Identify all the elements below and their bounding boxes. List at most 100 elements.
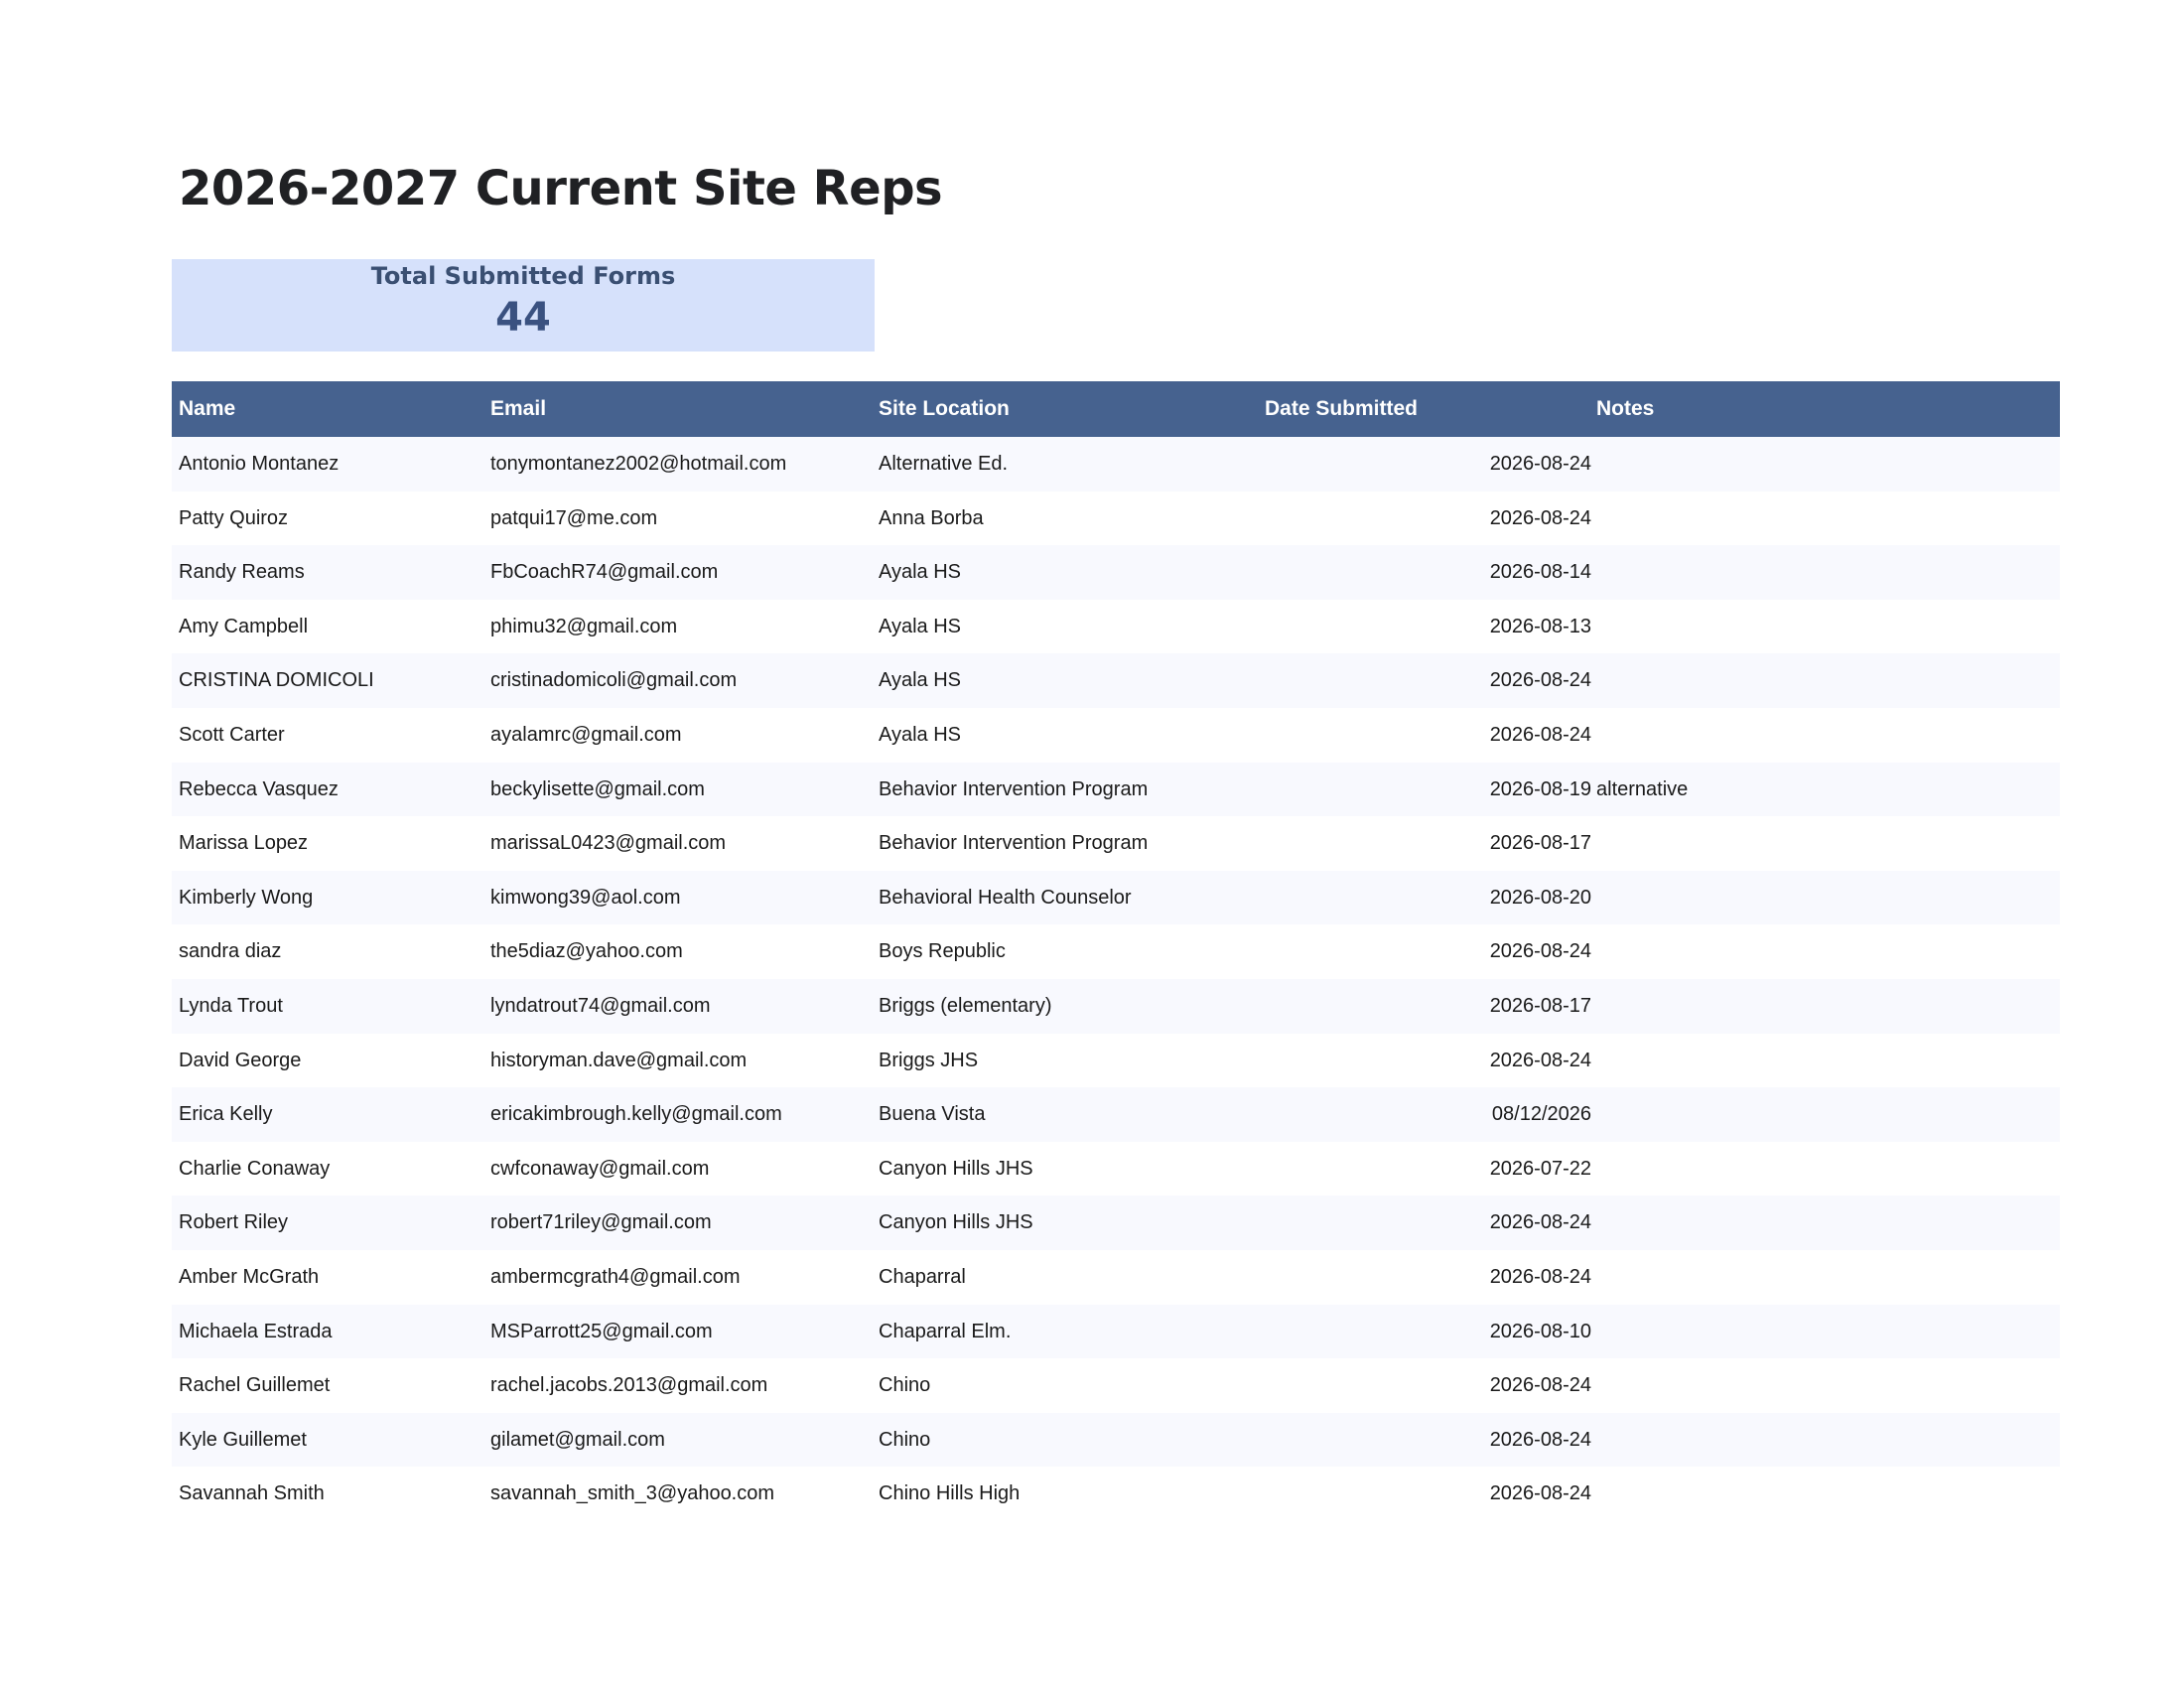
cell-site-location: Anna Borba xyxy=(879,506,984,529)
table-row[interactable]: Antonio Montanez tonymontanez2002@hotmail… xyxy=(172,437,2060,492)
cell-email: cristinadomicoli@gmail.com xyxy=(490,669,738,692)
cell-date-submitted: 2026-08-24 xyxy=(1489,1265,1591,1288)
cell-date-submitted: 2026-08-24 xyxy=(1489,1428,1591,1451)
cell-date-submitted: 2026-08-19 xyxy=(1489,777,1591,800)
table-body: Antonio Montanez tonymontanez2002@hotmail… xyxy=(172,437,2060,1521)
cell-site-location: Chino Hills High xyxy=(879,1482,1021,1505)
cell-date-submitted: 08/12/2026 xyxy=(1491,1103,1591,1126)
cell-date-submitted: 2026-08-24 xyxy=(1489,669,1591,692)
cell-site-location: Ayala HS xyxy=(879,669,962,692)
total-forms-summary: Total Submitted Forms 44 xyxy=(172,259,875,352)
table-row[interactable]: Scott Carter ayalamrc@gmail.com Ayala HS 20… xyxy=(172,707,2060,763)
table-row[interactable]: Kimberly Wong kimwong39@aol.com Behavioral… xyxy=(172,870,2060,925)
table-row[interactable]: Rachel Guillemet rachel.jacobs.2013@gmail… xyxy=(172,1358,2060,1413)
cell-site-location: Chino xyxy=(879,1374,931,1397)
cell-name: CRISTINA DOMICOLI xyxy=(179,669,374,692)
cell-date-submitted: 2026-08-24 xyxy=(1489,1482,1591,1505)
cell-date-submitted: 2026-08-24 xyxy=(1489,1374,1591,1397)
table-row[interactable]: Charlie Conaway cwfconaway@gmail.com Canyo… xyxy=(172,1141,2060,1196)
cell-name: Amy Campbell xyxy=(179,615,309,637)
column-header-email[interactable]: Email xyxy=(490,381,546,437)
cell-site-location: Ayala HS xyxy=(879,615,962,637)
cell-name: Antonio Montanez xyxy=(179,453,340,475)
cell-name: Michaela Estrada xyxy=(179,1320,333,1342)
cell-name: Scott Carter xyxy=(179,723,285,746)
column-header-date-submitted[interactable]: Date Submitted xyxy=(1265,381,1418,437)
page-title: 2026-2027 Current Site Reps xyxy=(179,161,943,216)
table-header: Name Email Site Location Date Submitted … xyxy=(172,381,2060,437)
cell-name: Kimberly Wong xyxy=(179,886,314,909)
cell-name: Amber McGrath xyxy=(179,1265,320,1288)
cell-site-location: Canyon Hills JHS xyxy=(879,1211,1033,1234)
table-row[interactable]: Robert Riley robert71riley@gmail.com Canyo… xyxy=(172,1196,2060,1250)
cell-name: Rebecca Vasquez xyxy=(179,777,339,800)
cell-date-submitted: 2026-08-24 xyxy=(1489,506,1591,529)
cell-name: Charlie Conaway xyxy=(179,1157,331,1180)
cell-email: kimwong39@aol.com xyxy=(490,886,681,909)
table-row[interactable]: David George historyman.dave@gmail.com Bri… xyxy=(172,1033,2060,1088)
cell-email: robert71riley@gmail.com xyxy=(490,1211,712,1234)
cell-email: patqui17@me.com xyxy=(490,506,658,529)
column-header-name[interactable]: Name xyxy=(179,381,235,437)
cell-notes: alternative xyxy=(1596,777,1689,800)
table-row[interactable]: Michaela Estrada MSParrott25@gmail.com Cha… xyxy=(172,1304,2060,1359)
cell-email: rachel.jacobs.2013@gmail.com xyxy=(490,1374,768,1397)
cell-email: beckylisette@gmail.com xyxy=(490,777,705,800)
cell-site-location: Briggs (elementary) xyxy=(879,994,1052,1017)
cell-site-location: Ayala HS xyxy=(879,723,962,746)
cell-site-location: Boys Republic xyxy=(879,940,1006,963)
table-row[interactable]: Amber McGrath ambermcgrath4@gmail.com Chap… xyxy=(172,1249,2060,1305)
table-row[interactable]: Patty Quiroz patqui17@me.com Anna Borba 202… xyxy=(172,491,2060,546)
cell-email: the5diaz@yahoo.com xyxy=(490,940,683,963)
cell-name: Marissa Lopez xyxy=(179,832,309,855)
table-row[interactable]: Kyle Guillemet gilamet@gmail.com Chino 2026… xyxy=(172,1412,2060,1468)
cell-site-location: Briggs JHS xyxy=(879,1049,979,1071)
cell-date-submitted: 2026-08-17 xyxy=(1489,994,1591,1017)
cell-site-location: Chaparral xyxy=(879,1265,966,1288)
cell-email: ericakimbrough.kelly@gmail.com xyxy=(490,1103,782,1126)
total-forms-label: Total Submitted Forms xyxy=(370,262,676,290)
cell-name: Savannah Smith xyxy=(179,1482,325,1505)
cell-email: tonymontanez2002@hotmail.com xyxy=(490,453,787,475)
total-forms-count: 44 xyxy=(495,295,551,341)
cell-date-submitted: 2026-07-22 xyxy=(1489,1157,1591,1180)
table-row[interactable]: Amy Campbell phimu32@gmail.com Ayala HS 202… xyxy=(172,599,2060,654)
cell-date-submitted: 2026-08-13 xyxy=(1489,615,1591,637)
cell-site-location: Canyon Hills JHS xyxy=(879,1157,1033,1180)
cell-name: David George xyxy=(179,1049,302,1071)
cell-site-location: Alternative Ed. xyxy=(879,453,1009,475)
table-row[interactable]: CRISTINA DOMICOLI cristinadomicoli@gmail.… xyxy=(172,653,2060,708)
cell-email: gilamet@gmail.com xyxy=(490,1428,665,1451)
cell-email: historyman.dave@gmail.com xyxy=(490,1049,748,1071)
table-row[interactable]: Randy Reams FbCoachR74@gmail.com Ayala HS 2… xyxy=(172,545,2060,600)
table-row[interactable]: Savannah Smith savannah_smith_3@yahoo.com… xyxy=(172,1467,2060,1521)
table-row[interactable]: Erica Kelly ericakimbrough.kelly@gmail.co… xyxy=(172,1087,2060,1142)
cell-name: sandra diaz xyxy=(179,940,282,963)
cell-email: marissaL0423@gmail.com xyxy=(490,832,727,855)
cell-site-location: Behavior Intervention Program xyxy=(879,832,1149,855)
cell-name: Rachel Guillemet xyxy=(179,1374,331,1397)
table-row[interactable]: Rebecca Vasquez beckylisette@gmail.com Beh… xyxy=(172,762,2060,817)
cell-date-submitted: 2026-08-24 xyxy=(1489,940,1591,963)
cell-name: Robert Riley xyxy=(179,1211,289,1234)
cell-date-submitted: 2026-08-17 xyxy=(1489,832,1591,855)
site-reps-table: Name Email Site Location Date Submitted … xyxy=(172,381,2060,1521)
table-row[interactable]: sandra diaz the5diaz@yahoo.com Boys Republ… xyxy=(172,924,2060,979)
cell-email: phimu32@gmail.com xyxy=(490,615,678,637)
column-header-site-location[interactable]: Site Location xyxy=(879,381,1010,437)
cell-date-submitted: 2026-08-24 xyxy=(1489,453,1591,475)
cell-email: FbCoachR74@gmail.com xyxy=(490,561,719,584)
cell-site-location: Buena Vista xyxy=(879,1103,986,1126)
cell-email: ambermcgrath4@gmail.com xyxy=(490,1265,741,1288)
cell-date-submitted: 2026-08-24 xyxy=(1489,723,1591,746)
cell-site-location: Chino xyxy=(879,1428,931,1451)
cell-date-submitted: 2026-08-24 xyxy=(1489,1211,1591,1234)
column-header-notes[interactable]: Notes xyxy=(1596,381,1654,437)
cell-email: lyndatrout74@gmail.com xyxy=(490,994,711,1017)
cell-email: savannah_smith_3@yahoo.com xyxy=(490,1482,775,1505)
cell-name: Erica Kelly xyxy=(179,1103,273,1126)
cell-site-location: Behavioral Health Counselor xyxy=(879,886,1132,909)
cell-name: Patty Quiroz xyxy=(179,506,289,529)
table-row[interactable]: Marissa Lopez marissaL0423@gmail.com Behav… xyxy=(172,816,2060,871)
table-row[interactable]: Lynda Trout lyndatrout74@gmail.com Briggs … xyxy=(172,978,2060,1034)
